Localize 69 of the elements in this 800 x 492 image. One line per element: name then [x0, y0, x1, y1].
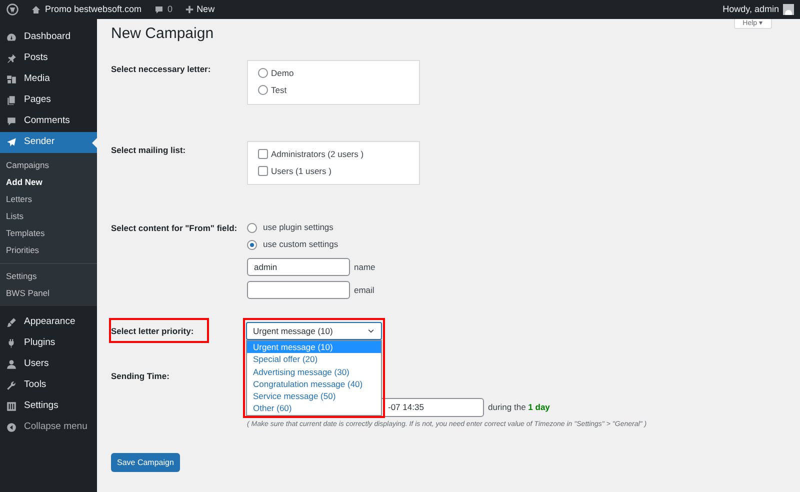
menu-item[interactable]: Users [0, 354, 97, 375]
pages-icon [6, 95, 17, 106]
menu-item[interactable]: Plugins [0, 333, 97, 354]
field-label: Select letter priority: [111, 325, 194, 338]
option-label: use custom settings [263, 238, 338, 251]
option-label: Test [271, 84, 287, 96]
checkbox[interactable] [258, 166, 268, 176]
avatar-icon [783, 4, 794, 15]
comment-icon [6, 116, 17, 127]
dropdown-option[interactable]: Congratulation message (40) [247, 378, 381, 390]
menu-item[interactable]: Dashboard [0, 27, 97, 48]
menu-item[interactable]: Settings [0, 396, 97, 417]
dropdown-option[interactable]: Advertising message (30) [247, 366, 381, 378]
radio-button[interactable] [258, 85, 268, 96]
submenu-item[interactable]: Priorities [0, 242, 97, 259]
site-link[interactable]: Promo bestwebsoft.com [45, 2, 142, 16]
field-label: Select neccessary letter: [111, 63, 212, 76]
greeting-link[interactable]: Howdy, admin [722, 2, 779, 16]
option-label: use plugin settings [263, 221, 334, 234]
brush-icon [6, 317, 17, 328]
dropdown-option[interactable]: Special offer (20) [247, 353, 381, 366]
field-label: Sending Time: [111, 370, 170, 383]
submenu-item[interactable]: Letters [0, 191, 97, 208]
option-label: Demo [271, 67, 294, 80]
pin-icon [6, 53, 17, 64]
menu-item[interactable]: Appearance [0, 312, 97, 333]
chevron-down-icon [367, 327, 375, 335]
field-caption: name [354, 260, 376, 274]
wordpress-logo-icon [6, 3, 19, 16]
menu-item[interactable]: Posts [0, 48, 97, 69]
home-icon [31, 4, 41, 14]
submenu-item[interactable]: Add New [0, 174, 97, 191]
option-label: Administrators (2 users ) [271, 148, 364, 161]
option-label: Users (1 users ) [271, 164, 332, 178]
field-caption: email [354, 284, 374, 296]
radio-button[interactable] [247, 222, 257, 232]
text-field[interactable] [247, 281, 350, 299]
text-field[interactable]: admin [247, 258, 350, 276]
select-dropdown[interactable]: Urgent message (10) [246, 322, 382, 340]
comment-icon [154, 4, 164, 14]
user-icon [6, 359, 17, 370]
radio-button[interactable] [258, 68, 268, 78]
save-button[interactable]: Save Campaign [111, 453, 180, 472]
media-icon [6, 74, 17, 85]
collapse-menu-button[interactable]: Collapse menu [0, 417, 97, 438]
duration-text: during the 1 day [488, 400, 550, 414]
submenu-item[interactable]: Templates [0, 225, 97, 242]
plus-icon [184, 5, 194, 14]
settings-icon [6, 401, 17, 412]
comment-count[interactable]: 0 [168, 2, 173, 16]
menu-item[interactable]: Media [0, 69, 97, 90]
submenu-item[interactable]: Campaigns [0, 157, 97, 174]
menu-item[interactable]: Tools [0, 375, 97, 396]
submenu-item[interactable]: BWS Panel [0, 285, 97, 302]
collapse-icon [6, 422, 17, 433]
paper-plane-icon [6, 137, 17, 148]
new-link[interactable]: New [196, 2, 215, 16]
field-label: Select mailing list: [111, 144, 187, 157]
field-label: Select content for "From" field: [111, 222, 238, 235]
menu-item[interactable]: Comments [0, 111, 97, 132]
menu-item[interactable]: Sender [0, 132, 97, 153]
menu-item[interactable]: Pages [0, 90, 97, 111]
checkbox[interactable] [258, 149, 268, 160]
page-title: New Campaign [111, 24, 214, 44]
submenu-item[interactable]: Settings [0, 268, 97, 285]
dashboard-icon [6, 32, 17, 43]
radio-button[interactable] [247, 240, 257, 250]
submenu-item[interactable]: Lists [0, 208, 97, 225]
wrench-icon [6, 380, 17, 391]
